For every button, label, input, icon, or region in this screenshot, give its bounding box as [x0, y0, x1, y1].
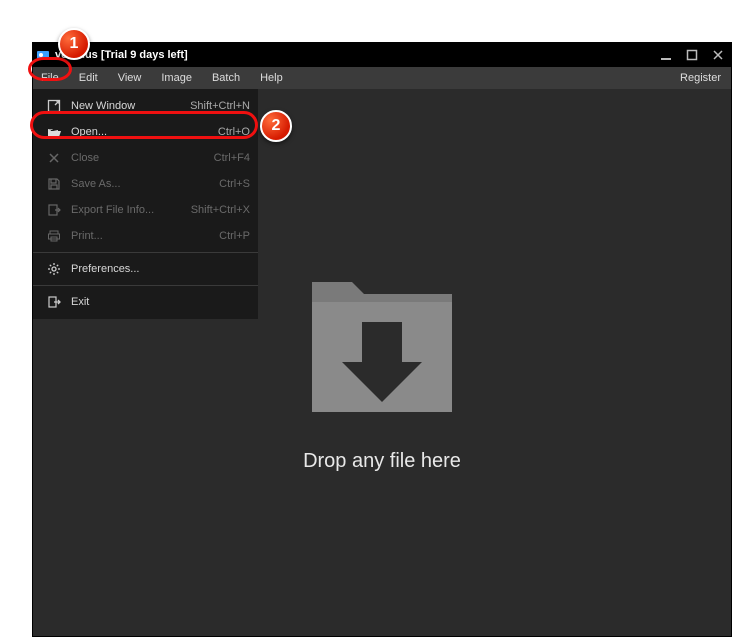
menu-batch[interactable]: Batch [202, 67, 250, 89]
menu-item-label: Print... [65, 230, 209, 242]
file-menu-dropdown: New Window Shift+Ctrl+N Open... Ctrl+O C… [33, 89, 258, 319]
maximize-icon [686, 49, 698, 61]
minimize-button[interactable] [653, 43, 679, 67]
window-title: ver Plus [Trial 9 days left] [53, 49, 653, 61]
menu-item-shortcut: Ctrl+S [209, 178, 250, 190]
menubar: File Edit View Image Batch Help Register [33, 67, 731, 89]
menu-item-label: Exit [65, 296, 240, 308]
menu-item-shortcut: Shift+Ctrl+N [180, 100, 250, 112]
menu-help[interactable]: Help [250, 67, 293, 89]
menu-item-label: Preferences... [65, 263, 240, 275]
exit-icon [43, 295, 65, 309]
menu-item-label: New Window [65, 100, 180, 112]
export-icon [43, 203, 65, 217]
annotation-badge-2: 2 [260, 110, 292, 142]
menu-image[interactable]: Image [151, 67, 202, 89]
menu-item-label: Export File Info... [65, 204, 181, 216]
menu-item-label: Open... [65, 126, 208, 138]
minimize-icon [660, 49, 672, 61]
menu-register[interactable]: Register [670, 67, 731, 89]
menu-item-shortcut: Ctrl+O [208, 126, 250, 138]
menu-item-exit[interactable]: Exit [33, 289, 258, 315]
dropzone-icon [292, 252, 472, 432]
menu-item-export: Export File Info... Shift+Ctrl+X [33, 197, 258, 223]
window-controls [653, 43, 731, 67]
save-icon [43, 177, 65, 191]
close-icon [43, 151, 65, 165]
menu-item-shortcut: Shift+Ctrl+X [181, 204, 250, 216]
close-window-button[interactable] [705, 43, 731, 67]
menu-edit[interactable]: Edit [69, 67, 108, 89]
menu-item-shortcut: Ctrl+P [209, 230, 250, 242]
menu-item-save-as: Save As... Ctrl+S [33, 171, 258, 197]
maximize-button[interactable] [679, 43, 705, 67]
menu-view[interactable]: View [108, 67, 152, 89]
new-window-icon [43, 99, 65, 113]
menu-item-open[interactable]: Open... Ctrl+O [33, 119, 258, 145]
menu-item-label: Close [65, 152, 204, 164]
folder-open-icon [43, 125, 65, 139]
menu-separator [33, 285, 258, 286]
annotation-badge-1: 1 [58, 28, 90, 60]
titlebar: ver Plus [Trial 9 days left] [33, 43, 731, 67]
menu-item-preferences[interactable]: Preferences... [33, 256, 258, 282]
dropzone-text: Drop any file here [303, 450, 461, 473]
app-icon [33, 48, 53, 62]
menu-file[interactable]: File [33, 67, 69, 89]
menu-item-print: Print... Ctrl+P [33, 223, 258, 249]
menu-item-shortcut: Ctrl+F4 [204, 152, 250, 164]
menu-item-close: Close Ctrl+F4 [33, 145, 258, 171]
menu-item-label: Save As... [65, 178, 209, 190]
close-window-icon [712, 49, 724, 61]
print-icon [43, 229, 65, 243]
menu-separator [33, 252, 258, 253]
menu-item-new-window[interactable]: New Window Shift+Ctrl+N [33, 93, 258, 119]
gear-icon [43, 262, 65, 276]
